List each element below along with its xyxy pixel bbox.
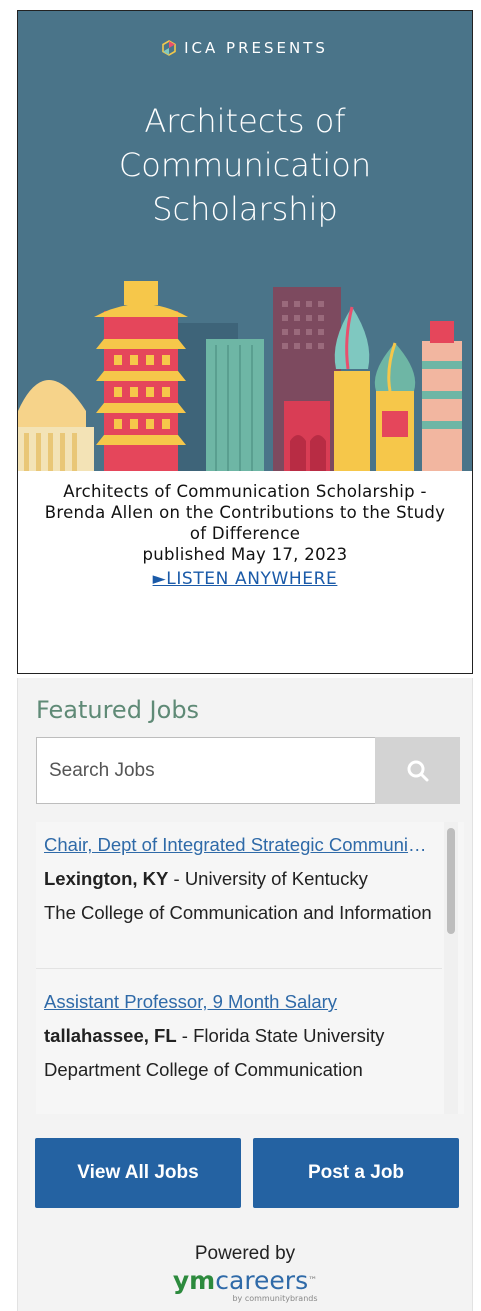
- featured-jobs-heading: Featured Jobs: [36, 696, 200, 724]
- podcast-card: ICA PRESENTS Architects of Communication…: [17, 10, 473, 674]
- banner-brand-text: ICA PRESENTS: [184, 39, 328, 57]
- skyline-illustration: [18, 281, 462, 471]
- job-listing[interactable]: Chair, Dept of Integrated Strategic Comm…: [36, 828, 442, 930]
- banner-title: Architects of Communication Scholarship: [18, 99, 472, 231]
- episode-title: Architects of Communication Scholarship …: [44, 482, 446, 543]
- search-button[interactable]: [375, 737, 460, 804]
- listen-anywhere-link[interactable]: ►LISTEN ANYWHERE: [153, 569, 338, 590]
- job-description: Department College of Communication: [44, 1059, 363, 1080]
- ymcareers-logo[interactable]: ymcareers™ by communitybrands: [172, 1266, 318, 1304]
- powered-by-label: Powered by: [194, 1243, 296, 1264]
- job-title-link[interactable]: Chair, Dept of Integrated Strategic Comm…: [44, 828, 434, 862]
- podcast-banner[interactable]: ICA PRESENTS Architects of Communication…: [18, 11, 472, 471]
- logo-tagline: by communitybrands: [232, 1294, 318, 1303]
- building-colonnade: [18, 427, 94, 471]
- job-list-scrollbar[interactable]: [447, 828, 455, 934]
- job-location-line: tallahassee, FL - Florida State Universi…: [44, 1019, 434, 1053]
- search-icon: [407, 760, 428, 781]
- banner-title-line: Architects of: [144, 102, 346, 140]
- arch-2: [310, 435, 326, 471]
- job-title-link[interactable]: Assistant Professor, 9 Month Salary: [44, 985, 434, 1019]
- featured-jobs-widget: Featured Jobs Chair, Dept of Integrated …: [17, 678, 473, 1311]
- banner-title-line: Scholarship: [152, 190, 338, 228]
- post-a-job-button[interactable]: Post a Job: [253, 1138, 459, 1208]
- job-description: The College of Communication and Informa…: [44, 902, 432, 923]
- job-location: Lexington, KY: [44, 868, 169, 889]
- job-actions: View All Jobs Post a Job: [35, 1138, 459, 1208]
- banner-title-line: Communication: [118, 146, 372, 184]
- job-location-line: Lexington, KY - University of Kentucky: [44, 862, 434, 896]
- job-listing[interactable]: Assistant Professor, 9 Month Salary tall…: [36, 968, 442, 1087]
- job-location: tallahassee, FL: [44, 1025, 177, 1046]
- episode-date: published May 17, 2023: [142, 545, 348, 564]
- logo-part-careers: careers: [215, 1266, 309, 1295]
- job-list[interactable]: Chair, Dept of Integrated Strategic Comm…: [36, 822, 464, 1114]
- job-employer: - University of Kentucky: [168, 868, 368, 889]
- building-teal-tower: [206, 339, 264, 471]
- job-search-bar: [36, 737, 460, 804]
- episode-info: Architects of Communication Scholarship …: [18, 481, 472, 590]
- view-all-jobs-button[interactable]: View All Jobs: [35, 1138, 241, 1208]
- banner-brand: ICA PRESENTS: [18, 39, 472, 57]
- logo-trademark: ™: [308, 1276, 318, 1286]
- logo-part-ym: ym: [172, 1266, 216, 1295]
- powered-by: Powered by ymcareers™ by communitybrands: [18, 1242, 472, 1307]
- arch-1: [290, 435, 306, 471]
- building-pagoda: [94, 281, 188, 471]
- search-jobs-input[interactable]: [36, 737, 375, 804]
- building-onion-domes: [334, 306, 416, 471]
- job-employer: - Florida State University: [176, 1025, 385, 1046]
- building-right-tower: [422, 321, 462, 471]
- ica-logo-icon: [162, 40, 176, 56]
